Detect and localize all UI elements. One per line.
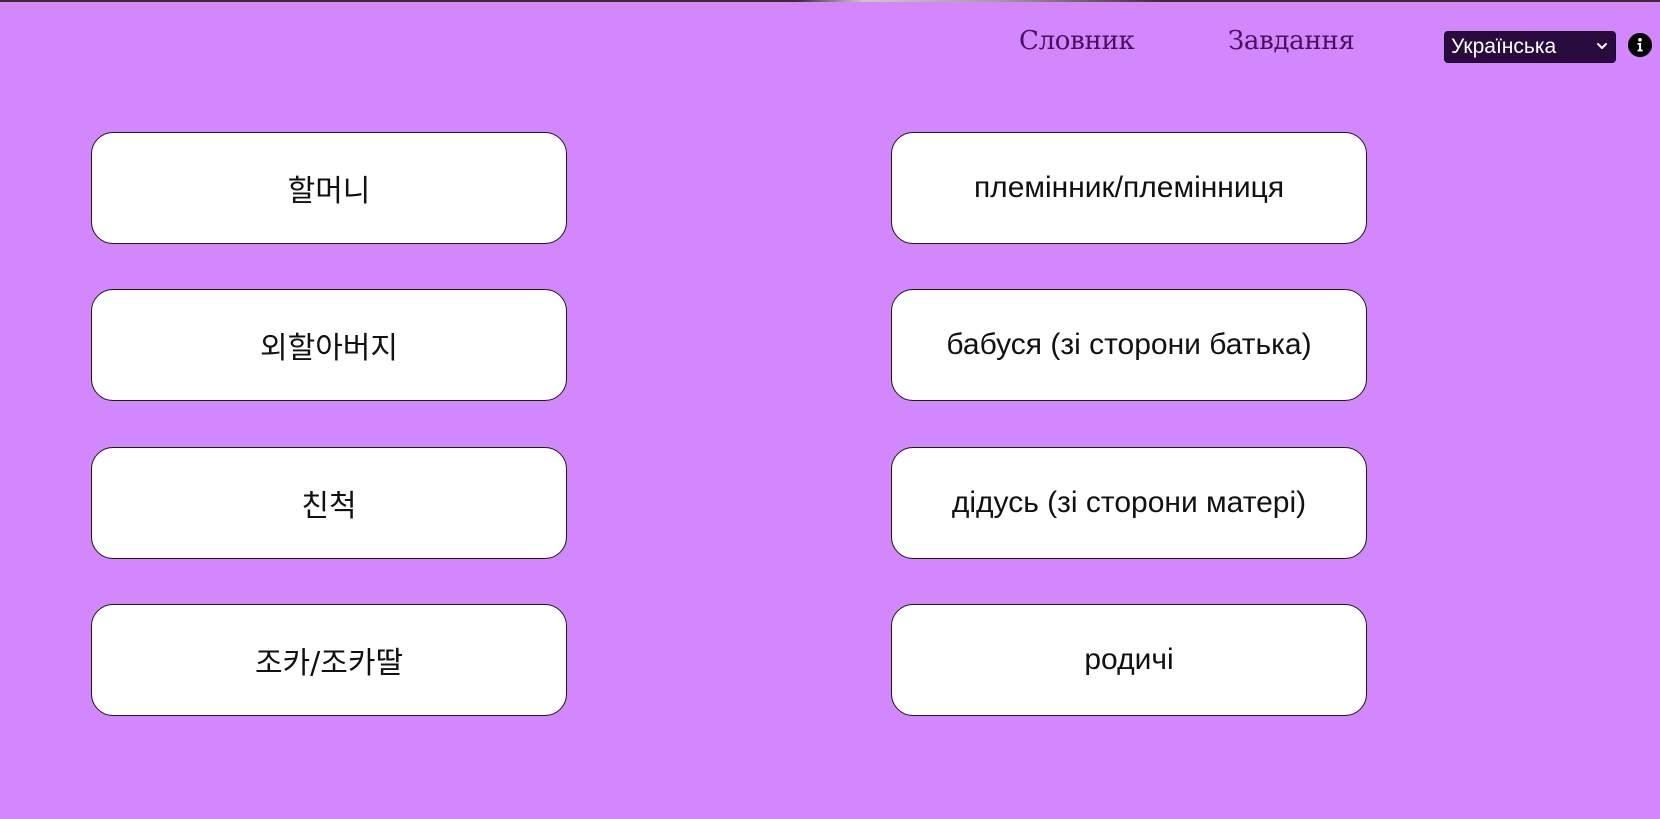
card-label: 할머니 [287,174,371,209]
korean-word-card[interactable]: 할머니 [91,132,567,244]
translation-card[interactable]: дідусь (зі сторони матері) [891,447,1367,559]
translation-card[interactable]: племінник/племінниця [891,132,1367,244]
info-icon[interactable] [1628,33,1652,57]
translation-card[interactable]: родичі [891,604,1367,716]
language-select-value: Українська [1451,35,1557,58]
card-label: 친척 [301,489,357,524]
korean-word-card[interactable]: 조카/조카딸 [91,604,567,716]
card-label: дідусь (зі сторони матері) [951,486,1307,519]
card-label: племінник/племінниця [973,171,1285,204]
nav-dictionary-link[interactable]: Словник [1019,26,1135,56]
card-label: 외할아버지 [260,331,398,366]
chevron-down-icon [1597,43,1607,49]
language-select[interactable]: Українська [1444,31,1616,63]
top-border-strip [0,0,1660,2]
card-label: 조카/조카딸 [254,646,404,681]
card-label: родичі [1084,643,1174,676]
korean-word-card[interactable]: 외할아버지 [91,289,567,401]
nav-tasks-link[interactable]: Завдання [1228,26,1355,56]
card-label: бабуся (зі сторони батька) [946,328,1312,361]
translation-card[interactable]: бабуся (зі сторони батька) [891,289,1367,401]
korean-word-card[interactable]: 친척 [91,447,567,559]
